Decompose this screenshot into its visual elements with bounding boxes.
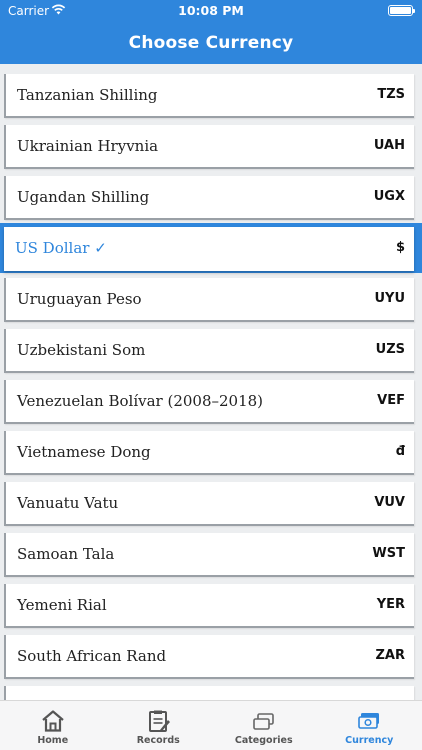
tab-records[interactable]: Records (106, 701, 212, 750)
currency-name: Yemeni Rial (17, 596, 107, 614)
page-title: Choose Currency (128, 33, 294, 53)
currency-code: UZS (375, 342, 405, 357)
currency-code: UAH (373, 138, 405, 153)
clock: 10:08 PM (178, 3, 244, 18)
currency-name: Vanuatu Vatu (17, 494, 119, 512)
tab-records-label: Records (136, 735, 180, 746)
battery-icon (388, 5, 415, 16)
currency-code: WST (372, 546, 405, 561)
tab-categories[interactable]: Categories (211, 701, 317, 750)
nav-header: Carrier 10:08 PM Choose Currency (0, 0, 422, 64)
currency-row[interactable]: Venezuelan Bolívar (2008–2018) VEF (4, 380, 414, 424)
currency-name: US Dollar ✓ (15, 239, 107, 257)
currency-code: VEF (377, 393, 405, 408)
currency-row[interactable]: Vietnamese Dong đ (4, 431, 414, 475)
currency-row[interactable]: South African Rand ZAR (4, 635, 414, 679)
currency-row-partial[interactable] (4, 686, 414, 700)
currency-name: Uzbekistani Som (17, 341, 146, 359)
currency-row[interactable]: Yemeni Rial YER (4, 584, 414, 628)
currency-name: Vietnamese Dong (17, 443, 151, 461)
tab-categories-label: Categories (234, 735, 293, 746)
tab-home-label: Home (37, 735, 69, 746)
currency-code: VUV (374, 495, 405, 510)
currency-row[interactable]: Tanzanian Shilling TZS (4, 74, 414, 118)
currency-code: ZAR (375, 648, 406, 663)
tab-home[interactable]: Home (0, 701, 106, 750)
currency-name: Samoan Tala (17, 545, 115, 563)
tab-bar: Home Records Categories Currency (0, 700, 422, 750)
currency-code: UGX (373, 189, 405, 204)
categories-icon (252, 713, 274, 730)
currency-name: Tanzanian Shilling (17, 86, 158, 104)
currency-row[interactable]: Vanuatu Vatu VUV (4, 482, 414, 526)
currency-code: YER (376, 597, 405, 612)
tab-currency[interactable]: Currency (317, 701, 422, 750)
currency-row[interactable]: Ukrainian Hryvnia UAH (4, 125, 414, 169)
currency-name: South African Rand (17, 647, 167, 665)
tab-currency-label: Currency (345, 735, 394, 746)
currency-row[interactable]: Uzbekistani Som UZS (4, 329, 414, 373)
currency-row[interactable]: Uruguayan Peso UYU (4, 278, 414, 322)
currency-name: Ukrainian Hryvnia (17, 137, 159, 155)
currency-row[interactable]: Samoan Tala WST (4, 533, 414, 577)
currency-name: Uruguayan Peso (17, 290, 142, 308)
currency-code: $ (395, 240, 405, 255)
currency-code: TZS (377, 87, 405, 102)
currency-code: UYU (374, 291, 405, 306)
currency-name: Ugandan Shilling (17, 188, 150, 206)
currency-row[interactable]: Ugandan Shilling UGX (4, 176, 414, 220)
records-icon (149, 710, 171, 732)
currency-code: đ (395, 444, 405, 459)
status-bar: Carrier 10:08 PM (0, 0, 422, 22)
currency-row-selected[interactable]: US Dollar ✓ $ (4, 227, 414, 271)
currency-list[interactable]: Tanzanian Shilling TZS Ukrainian Hryvnia UA… (0, 64, 422, 700)
currency-icon (358, 713, 380, 729)
currency-name: Venezuelan Bolívar (2008–2018) (17, 392, 264, 410)
home-icon (42, 710, 64, 732)
